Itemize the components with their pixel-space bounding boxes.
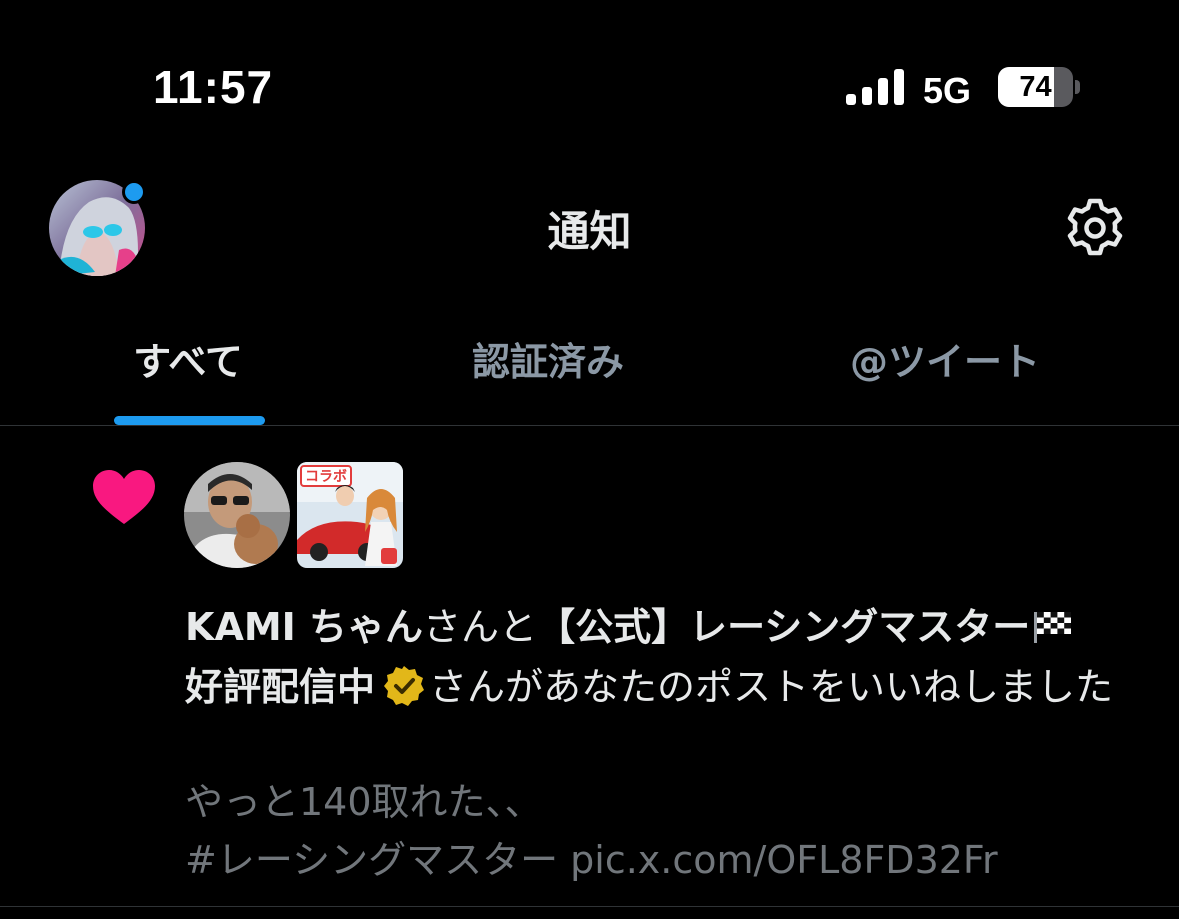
item-divider <box>0 906 1179 907</box>
actor-avatar-racing-master[interactable]: コラボ <box>297 462 403 568</box>
verified-gold-badge-icon <box>384 666 425 706</box>
post-preview-text[interactable]: やっと140取れた、、 #レーシングマスター pic.x.com/OFL8FD3… <box>185 773 1155 889</box>
tab-all[interactable]: すべて <box>88 332 288 392</box>
tab-divider <box>0 425 1179 426</box>
gear-icon[interactable] <box>1063 196 1127 260</box>
network-type: 5G <box>923 70 972 111</box>
checkered-flag-icon <box>1034 612 1072 643</box>
page-title: 通知 <box>547 207 632 256</box>
joiner-text: さんと <box>423 605 538 649</box>
actor2-name[interactable]: 【公式】レーシングマスター <box>537 605 1030 649</box>
notification-message: さんがあなたのポストをいいねしました <box>429 665 1114 709</box>
status-time: 11:57 <box>153 61 274 113</box>
active-tab-indicator <box>114 416 265 425</box>
notification-text[interactable]: KAMI ちゃんさんと【公式】レーシングマスター 好評配信中 さんがあなたのポス… <box>185 597 1155 717</box>
actor1-name[interactable]: KAMI ちゃん <box>185 605 423 649</box>
heart-icon <box>93 470 155 524</box>
cellular-signal-icon <box>846 69 904 105</box>
actor2-name-suffix[interactable]: 好評配信中 <box>185 665 375 709</box>
actor-avatar-kami[interactable] <box>184 462 290 568</box>
battery-icon: 74 <box>998 67 1084 109</box>
actor2-avatar-label: コラボ <box>305 469 347 485</box>
tab-mentions[interactable]: @ツイート <box>820 332 1070 392</box>
tab-verified[interactable]: 認証済み <box>428 332 668 392</box>
battery-level: 74 <box>1019 71 1052 103</box>
